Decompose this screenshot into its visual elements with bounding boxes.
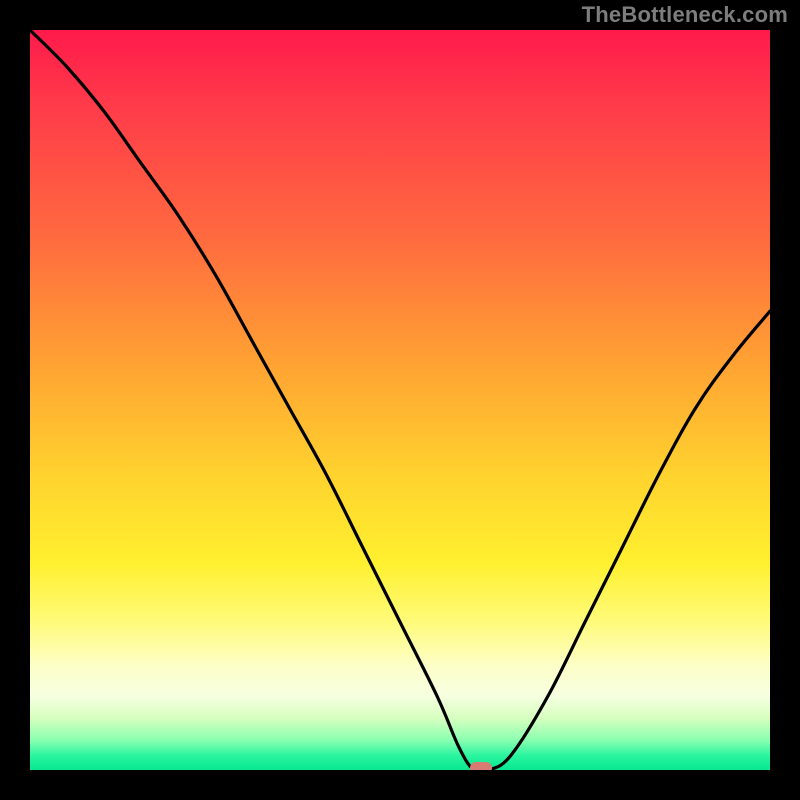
curve-path xyxy=(30,30,770,770)
bottleneck-curve xyxy=(30,30,770,770)
optimal-marker xyxy=(470,762,492,770)
plot-area xyxy=(30,30,770,770)
watermark-text: TheBottleneck.com xyxy=(582,2,788,28)
chart-frame: TheBottleneck.com xyxy=(0,0,800,800)
